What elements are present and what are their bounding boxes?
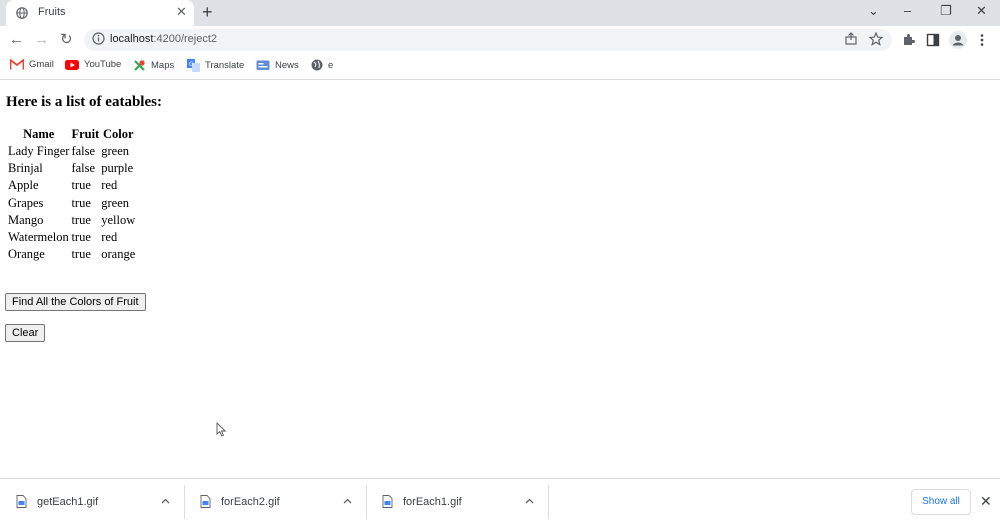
cell-color: yellow bbox=[101, 212, 136, 227]
svg-text:G: G bbox=[189, 61, 194, 68]
extensions-icon[interactable] bbox=[901, 33, 915, 47]
page-heading: Here is a list of eatables: bbox=[6, 94, 162, 110]
table-row: Grapes true green bbox=[8, 195, 135, 212]
table-row: Apple true red bbox=[8, 177, 135, 194]
cell-color: red bbox=[101, 230, 118, 245]
bookmark-youtube[interactable]: YouTube bbox=[65, 59, 121, 70]
chevron-up-icon[interactable] bbox=[343, 498, 352, 504]
image-file-icon bbox=[16, 495, 27, 508]
cell-name: Watermelon bbox=[8, 230, 69, 245]
cell-name: Lady Finger bbox=[8, 144, 70, 159]
eatables-table: Name Fruit Color Lady Finger false green… bbox=[6, 126, 137, 263]
bookmark-maps[interactable]: Maps bbox=[133, 59, 174, 72]
bookmark-e[interactable]: e bbox=[311, 59, 333, 71]
page-content: Here is a list of eatables: Name Fruit C… bbox=[0, 80, 1000, 478]
cell-name: Apple bbox=[8, 178, 39, 193]
side-panel-icon[interactable] bbox=[926, 33, 940, 47]
window-close-button[interactable]: ✕ bbox=[976, 3, 987, 19]
news-icon bbox=[256, 60, 270, 70]
info-icon[interactable] bbox=[92, 32, 105, 45]
cell-fruit: true bbox=[71, 212, 91, 227]
downloads-bar: getEach1.gif forEach2.gif forEach1.gif S… bbox=[0, 478, 1000, 525]
new-tab-button[interactable]: + bbox=[202, 2, 213, 22]
globe-icon bbox=[16, 7, 28, 19]
profile-avatar-icon[interactable] bbox=[949, 31, 967, 49]
download-filename: forEach2.gif bbox=[221, 496, 280, 508]
download-item[interactable]: forEach2.gif bbox=[184, 479, 366, 525]
gmail-icon bbox=[10, 59, 24, 70]
tab-fruits[interactable]: Fruits ✕ bbox=[6, 0, 194, 26]
table-row: Orange true orange bbox=[8, 246, 135, 263]
minimize-button[interactable]: – bbox=[904, 3, 911, 19]
globe-icon bbox=[311, 59, 323, 71]
cell-fruit: true bbox=[71, 195, 91, 210]
cell-color: red bbox=[101, 178, 118, 193]
mouse-cursor-icon bbox=[216, 422, 227, 437]
chevron-up-icon[interactable] bbox=[525, 498, 534, 504]
cell-fruit: false bbox=[71, 144, 96, 159]
download-divider bbox=[548, 485, 549, 519]
cell-name: Orange bbox=[8, 247, 45, 262]
table-header-row: Name Fruit Color bbox=[8, 126, 135, 143]
image-file-icon bbox=[200, 495, 211, 508]
table-row: Lady Finger false green bbox=[8, 143, 135, 160]
download-filename: forEach1.gif bbox=[403, 496, 462, 508]
download-filename: getEach1.gif bbox=[37, 496, 99, 508]
maps-icon bbox=[134, 60, 145, 71]
cell-name: Brinjal bbox=[8, 161, 43, 176]
menu-kebab-icon[interactable] bbox=[979, 33, 985, 47]
tab-search-icon[interactable]: ⌄ bbox=[868, 3, 879, 19]
cell-fruit: true bbox=[71, 247, 91, 262]
cell-fruit: true bbox=[71, 178, 91, 193]
cell-color: green bbox=[101, 195, 129, 210]
downloads-close-icon[interactable]: ✕ bbox=[980, 493, 992, 509]
table-row: Watermelon true red bbox=[8, 229, 135, 246]
cell-color: purple bbox=[101, 161, 134, 176]
cell-name: Grapes bbox=[8, 195, 44, 210]
download-item[interactable]: forEach1.gif bbox=[366, 479, 548, 525]
bookmark-gmail[interactable]: Gmail bbox=[10, 59, 54, 70]
bookmark-news[interactable]: News bbox=[256, 59, 299, 71]
share-icon[interactable] bbox=[844, 32, 858, 46]
back-button[interactable]: ← bbox=[9, 31, 24, 49]
browser-toolbar: ← → ↻ localhost:4200/reject2 bbox=[0, 26, 1000, 54]
cell-name: Mango bbox=[8, 212, 44, 227]
address-bar[interactable]: localhost:4200/reject2 bbox=[84, 29, 892, 51]
youtube-icon bbox=[65, 59, 79, 70]
clear-button[interactable]: Clear bbox=[5, 324, 46, 342]
restore-button[interactable]: ❐ bbox=[940, 3, 952, 19]
find-fruit-colors-button[interactable]: Find All the Colors of Fruit bbox=[5, 293, 146, 311]
show-all-downloads-button[interactable]: Show all bbox=[911, 489, 971, 515]
cell-fruit: true bbox=[71, 230, 91, 245]
download-item[interactable]: getEach1.gif bbox=[0, 479, 184, 525]
cell-color: orange bbox=[101, 247, 136, 262]
tab-strip: Fruits ✕ + ⌄ – ❐ ✕ bbox=[0, 0, 1000, 26]
image-file-icon bbox=[382, 495, 393, 508]
bookmarks-bar: Gmail YouTube Maps G Translate News e bbox=[0, 54, 1000, 80]
forward-button[interactable]: → bbox=[34, 31, 49, 49]
bookmark-translate[interactable]: G Translate bbox=[187, 59, 244, 72]
table-row: Mango true yellow bbox=[8, 212, 135, 229]
column-header-name: Name bbox=[23, 127, 55, 141]
tab-close-icon[interactable]: ✕ bbox=[176, 4, 187, 20]
tab-title: Fruits bbox=[38, 6, 66, 18]
url-text[interactable]: localhost:4200/reject2 bbox=[110, 33, 217, 45]
cell-fruit: false bbox=[71, 161, 96, 176]
cell-color: green bbox=[101, 144, 129, 159]
chevron-up-icon[interactable] bbox=[161, 498, 170, 504]
bookmark-star-icon[interactable] bbox=[869, 32, 883, 46]
reload-button[interactable]: ↻ bbox=[60, 31, 73, 49]
column-header-color: Color bbox=[102, 127, 134, 141]
table-row: Brinjal false purple bbox=[8, 160, 135, 177]
translate-icon: G bbox=[187, 59, 200, 72]
column-header-fruit: Fruit bbox=[71, 127, 100, 141]
